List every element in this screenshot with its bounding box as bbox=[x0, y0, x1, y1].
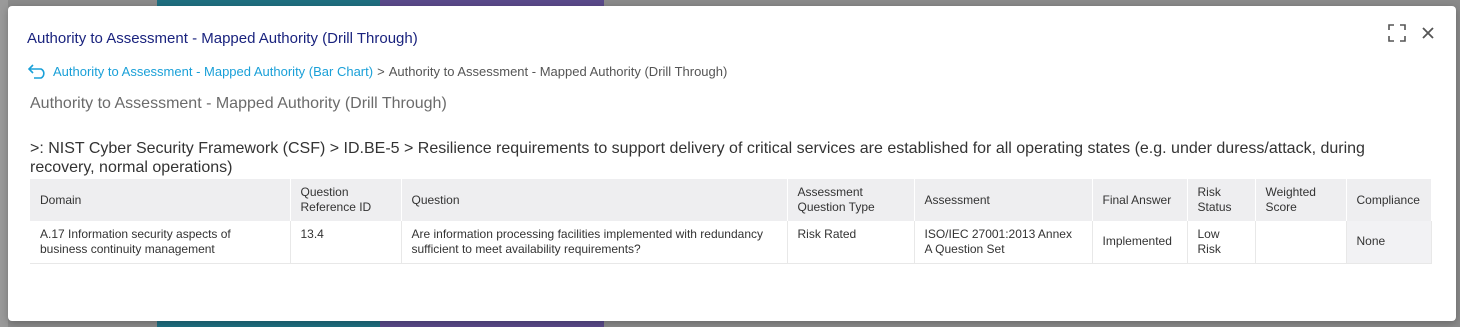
cell-assessment: ISO/IEC 27001:2013 Annex A Question Set bbox=[914, 221, 1093, 264]
cell-domain: A.17 Information security aspects of bus… bbox=[30, 221, 291, 264]
backdrop-bar bbox=[157, 321, 380, 327]
cell-question: Are information processing facilities im… bbox=[401, 221, 788, 264]
column-header-final-answer[interactable]: Final Answer bbox=[1092, 179, 1188, 221]
breadcrumb-current: Authority to Assessment - Mapped Authori… bbox=[388, 63, 728, 79]
results-table: Domain Question Reference ID Question As… bbox=[30, 179, 1432, 264]
backdrop-bar bbox=[380, 321, 604, 327]
column-header-weighted-score[interactable]: Weighted Score bbox=[1255, 179, 1347, 221]
expand-icon[interactable] bbox=[1388, 24, 1406, 42]
column-header-risk-status[interactable]: Risk Status bbox=[1187, 179, 1256, 221]
drill-through-modal: Authority to Assessment - Mapped Authori… bbox=[8, 6, 1456, 321]
cell-compliance: None bbox=[1346, 221, 1432, 264]
cell-assessment-question-type: Risk Rated bbox=[787, 221, 915, 264]
modal-title: Authority to Assessment - Mapped Authori… bbox=[27, 30, 418, 47]
back-arrow-icon[interactable] bbox=[27, 63, 48, 79]
cell-question-ref-id: 13.4 bbox=[290, 221, 402, 264]
column-header-domain[interactable]: Domain bbox=[30, 179, 291, 221]
close-icon[interactable] bbox=[1420, 25, 1436, 41]
table-row[interactable]: A.17 Information security aspects of bus… bbox=[30, 221, 1432, 264]
cell-weighted-score bbox=[1255, 221, 1347, 264]
column-header-question-ref-id[interactable]: Question Reference ID bbox=[290, 179, 402, 221]
breadcrumb-parent-link[interactable]: Authority to Assessment - Mapped Authori… bbox=[53, 64, 373, 79]
column-header-question[interactable]: Question bbox=[401, 179, 788, 221]
column-header-compliance[interactable]: Compliance bbox=[1346, 179, 1432, 221]
breadcrumb-separator: > bbox=[377, 63, 385, 79]
report-title: Authority to Assessment - Mapped Authori… bbox=[30, 95, 447, 112]
breadcrumb: Authority to Assessment - Mapped Authori… bbox=[27, 63, 728, 79]
table-header-row: Domain Question Reference ID Question As… bbox=[30, 179, 1432, 221]
filter-path: >: NIST Cyber Security Framework (CSF) >… bbox=[30, 140, 1365, 176]
backdrop-left bbox=[0, 0, 8, 327]
cell-risk-status: Low Risk bbox=[1187, 221, 1256, 264]
column-header-assessment[interactable]: Assessment bbox=[914, 179, 1093, 221]
cell-final-answer: Implemented bbox=[1092, 221, 1188, 264]
column-header-assessment-question-type[interactable]: Assessment Question Type bbox=[787, 179, 915, 221]
